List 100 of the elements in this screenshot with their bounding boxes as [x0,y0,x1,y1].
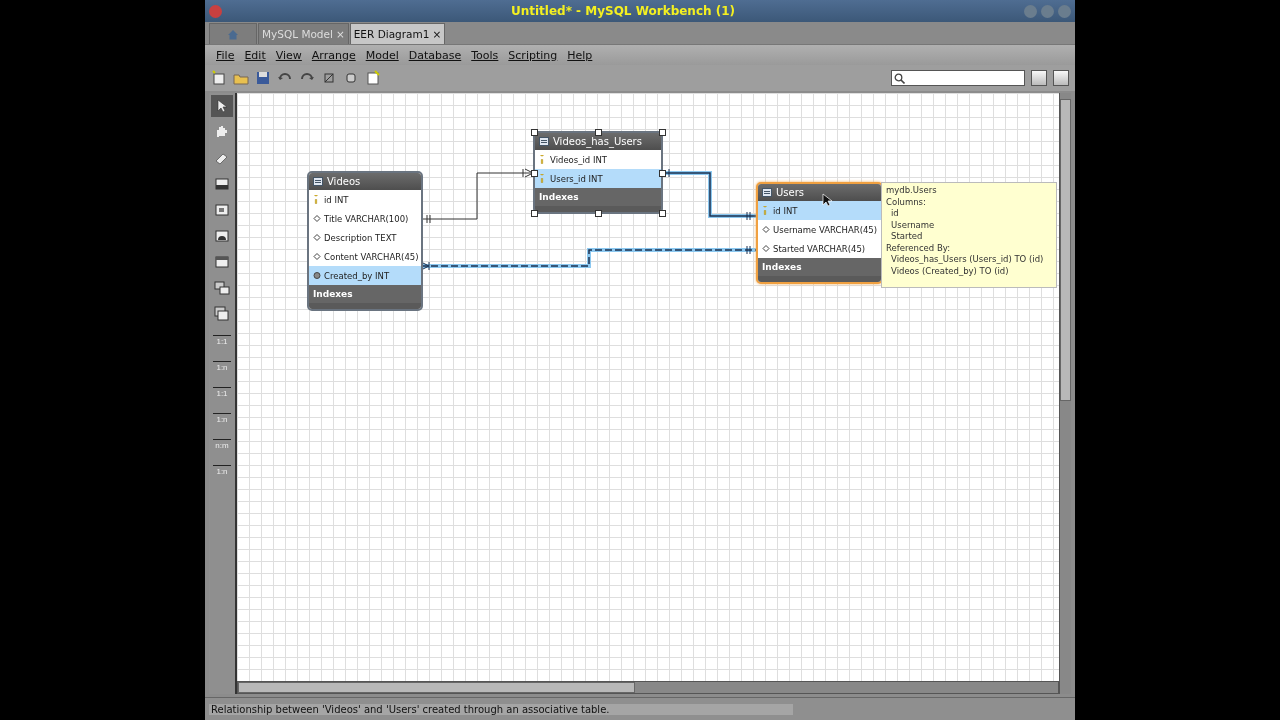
diamond-icon [762,244,770,253]
line-icon [213,360,231,363]
image-icon [213,227,231,245]
column-text: Title VARCHAR(100) [324,213,409,224]
line-icon [213,334,231,337]
column-row[interactable]: Started VARCHAR(45) [758,239,881,258]
line-icon [213,464,231,467]
search-icon [894,72,905,84]
relationship-line[interactable] [420,168,534,224]
table-name: Videos [327,176,361,187]
pointer-tool[interactable] [211,95,233,117]
column-text: Started VARCHAR(45) [773,243,866,254]
save-button[interactable] [255,70,271,86]
indexes-row[interactable]: Indexes [309,285,421,303]
column-row[interactable]: id INT [758,201,881,220]
horizontal-scrollbar[interactable] [237,681,1059,694]
menu-item[interactable]: Model [360,48,404,62]
column-row[interactable]: Content VARCHAR(45) [309,247,421,266]
table-icon [313,177,323,186]
grid-toggle-icon [321,70,337,86]
tooltip-text: Username [890,219,936,231]
tooltip-text: Columns: [886,196,927,208]
menu-item[interactable]: Arrange [306,48,361,62]
home-icon [227,28,239,40]
diagram-canvas[interactable] [237,93,1059,681]
tab-label: EER Diagram1 [353,28,430,40]
tooltip-text: Started [890,231,924,243]
tab-close-button[interactable]: × [432,28,442,40]
column-row[interactable]: Username VARCHAR(45) [758,220,881,239]
tooltip-text: mydb.Users [886,185,938,197]
tooltip-text: id [890,208,900,220]
menu-item[interactable]: Database [403,48,467,62]
layer-icon [213,175,231,193]
panel-toggle-button[interactable] [1031,70,1047,86]
document-tab[interactable]: EER Diagram1 × [349,23,446,44]
selection-handle[interactable] [659,169,666,177]
column-text: Created_by INT [324,270,390,281]
menu-item[interactable]: View [270,48,307,62]
table-icon [213,253,231,271]
status-text: Relationship between 'Videos' and 'Users' created through an associative table. [209,703,793,715]
table-name: Videos_has_Users [553,136,642,147]
selection-handle[interactable] [595,129,602,136]
column-text: id INT [773,205,798,216]
table-card[interactable]: Videos_has_Users Videos_id INT Users_id INT Indexes [533,131,663,214]
window-title: Untitled* - MySQL Workbench (1) [509,4,737,18]
table-icon [762,188,772,197]
selection-handle[interactable] [595,210,602,217]
tab-label: MySQL Model [262,28,333,40]
column-row[interactable]: Title VARCHAR(100) [309,209,421,228]
dot-icon [313,271,321,280]
new-file-button[interactable] [211,70,227,86]
selection-handle[interactable] [659,129,666,136]
column-row[interactable]: Users_id INT [535,169,661,188]
column-text: Users_id INT [550,173,603,184]
mouse-cursor-icon [822,193,832,207]
column-row[interactable]: id INT [309,190,421,209]
view-icon [213,279,231,297]
selection-handle[interactable] [531,210,538,217]
relationship-line[interactable] [420,245,757,271]
tooltip-text: Referenced By: [886,242,951,254]
column-text: Content VARCHAR(45) [324,251,419,262]
table-icon [539,137,549,146]
indexes-row[interactable]: Indexes [535,188,661,206]
menu-item[interactable]: Edit [239,48,271,62]
selection-handle[interactable] [531,169,538,177]
column-text: Username VARCHAR(45) [773,224,878,235]
menu-item[interactable]: Tools [466,48,504,62]
grid-toggle-button[interactable] [321,70,337,86]
indexes-row[interactable]: Indexes [758,258,881,276]
table-card[interactable]: Users id INT Username VARCHAR(45) Started VARCHAR(45) Indexes [756,182,883,284]
selection-handle[interactable] [531,129,538,136]
diamond-icon [762,225,770,234]
edit-button[interactable] [365,70,381,86]
column-row[interactable]: Videos_id INT [535,150,661,169]
line-icon [213,412,231,415]
routine-icon [213,305,231,323]
column-row[interactable]: Description TEXT [309,228,421,247]
column-text: id INT [324,194,349,205]
menu-item[interactable]: Help [562,48,598,62]
diamond-icon [313,214,321,223]
note-icon [213,201,231,219]
line-icon [213,386,231,389]
column-row[interactable]: Created_by INT [309,266,421,285]
menu-item[interactable]: Scripting [503,48,563,62]
column-text: Videos_id INT [550,154,607,165]
tooltip-text: Videos (Created_by) TO (id) [890,265,1010,277]
menu-item[interactable]: File [211,48,240,62]
tooltip-text: Videos_has_Users (Users_id) TO (id) [890,254,1045,266]
panel-toggle-button[interactable] [1053,70,1069,86]
edit-icon [365,70,381,86]
new-file-icon [211,70,227,86]
selection-handle[interactable] [659,210,666,217]
save-icon [255,70,271,86]
diamond-icon [313,252,321,261]
column-text: Description TEXT [324,232,397,243]
table-card[interactable]: Videos id INT Title VARCHAR(100) Description TEXT Content VARCHAR(45) Created_by INT Indexes [307,171,423,311]
vertical-scrollbar[interactable] [1059,93,1071,694]
diamond-icon [313,233,321,242]
search-field[interactable] [891,70,1025,86]
line-icon [213,438,231,441]
